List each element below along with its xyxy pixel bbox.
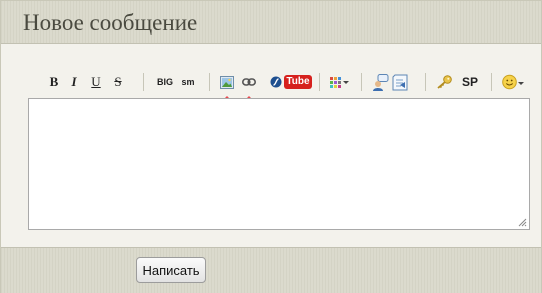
editor-toolbar: B I U S BIG sm Tube SP [41, 70, 531, 94]
reply-icon[interactable] [391, 70, 409, 94]
insert-link-icon[interactable] [241, 70, 257, 94]
bold-icon[interactable]: B [47, 70, 61, 94]
toolbar-separator [425, 73, 426, 91]
key-icon[interactable] [435, 70, 453, 94]
quote-icon[interactable] [371, 70, 389, 94]
new-message-form: Новое сообщение B I U S BIG sm Tube SP Н… [0, 0, 542, 293]
toolbar-separator [209, 73, 210, 91]
small-text-icon[interactable]: sm [179, 70, 197, 94]
italic-icon[interactable]: I [68, 70, 80, 94]
submit-button[interactable]: Написать [136, 257, 206, 283]
youtube-icon[interactable]: Tube [284, 70, 312, 94]
strikethrough-icon[interactable]: S [111, 70, 125, 94]
form-title: Новое сообщение [23, 10, 198, 35]
youtube-label: Tube [284, 75, 312, 89]
resize-grip-icon[interactable] [518, 218, 527, 227]
big-text-icon[interactable]: BIG [155, 70, 175, 94]
toolbar-separator [143, 73, 144, 91]
form-footer [1, 247, 541, 293]
spoiler-icon[interactable]: SP [459, 70, 481, 94]
smiley-icon[interactable] [501, 70, 527, 94]
toolbar-separator [361, 73, 362, 91]
insert-image-icon[interactable] [219, 70, 235, 94]
flash-icon[interactable] [269, 70, 283, 94]
form-header: Новое сообщение [1, 1, 541, 44]
underline-icon[interactable]: U [89, 70, 103, 94]
toolbar-separator [491, 73, 492, 91]
color-palette-icon[interactable] [329, 70, 351, 94]
message-textarea[interactable] [28, 98, 530, 230]
toolbar-separator [319, 73, 320, 91]
